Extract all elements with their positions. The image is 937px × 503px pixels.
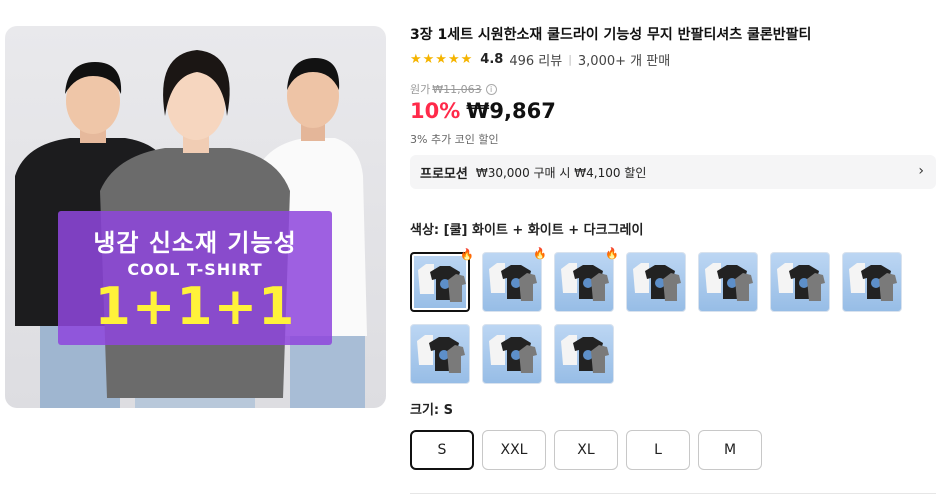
product-main-image[interactable]: 냉감 신소재 기능성 COOL T-SHIRT 1+1+1 [5,26,386,408]
promo-bundle-text: 1+1+1 [94,277,296,337]
tshirt-thumbnail-icon [633,263,681,301]
divider-line [410,493,936,494]
tshirt-thumbnail-icon [418,264,466,302]
tshirt-thumbnail-icon [489,335,537,373]
size-option-s[interactable]: S [410,430,474,470]
size-option-xl[interactable]: XL [554,430,618,470]
discount-rate: 10% [410,99,461,123]
fire-icon: 🔥 [460,248,474,261]
tshirt-thumbnail-icon [417,335,465,373]
rating-row[interactable]: ★★★★★ 4.8 496 리뷰 | 3,000+ 개 판매 [410,50,670,69]
star-icon: ★★★★★ [410,52,474,67]
color-swatch[interactable] [626,252,686,312]
tshirt-thumbnail-icon [777,263,825,301]
color-swatch[interactable]: 🔥 [410,248,474,312]
color-swatch[interactable] [554,324,614,384]
sold-count: 3,000+ 개 판매 [577,54,671,69]
original-price-label: 원가 [410,83,431,96]
size-options: S XXL XL L M [410,430,762,470]
size-option-l[interactable]: L [626,430,690,470]
tshirt-thumbnail-icon [489,263,537,301]
size-label: 크기: S [410,403,454,418]
review-count[interactable]: 496 리뷰 [509,50,562,69]
original-price: ₩11,063 [432,82,482,96]
promotion-text: ₩30,000 구매 시 ₩4,100 할인 [475,165,647,180]
info-icon[interactable]: i [485,83,497,95]
coin-discount-text: 3% 추가 코인 할인 [410,133,499,146]
color-swatch[interactable] [410,324,470,384]
color-swatch[interactable] [482,324,542,384]
color-label: 색상: [쿨] 화이트 + 화이트 + 다크그레이 [410,223,644,238]
chevron-right-icon: › [918,163,924,179]
tshirt-thumbnail-icon [561,263,609,301]
color-swatch[interactable]: 🔥 [482,247,547,312]
original-price-row: 원가 ₩11,063 i [410,81,497,97]
product-title: 3장 1세트 시원한소재 쿨드라이 기능성 무지 반팔티셔츠 쿨론반팔티 [410,27,812,43]
price-row: 10% ₩9,867 [410,99,556,123]
fire-icon: 🔥 [605,247,619,260]
divider: | [568,53,572,66]
promotion-label: 프로모션 [420,166,468,182]
color-swatch[interactable] [698,252,758,312]
tshirt-thumbnail-icon [849,263,897,301]
fire-icon: 🔥 [533,247,547,260]
sale-price: ₩9,867 [466,99,556,123]
rating-value: 4.8 [480,52,504,67]
size-option-m[interactable]: M [698,430,762,470]
promo-overlay: 냉감 신소재 기능성 COOL T-SHIRT 1+1+1 [58,211,332,345]
size-option-xxl[interactable]: XXL [482,430,546,470]
promotion-banner[interactable]: 프로모션 ₩30,000 구매 시 ₩4,100 할인 › [410,155,936,189]
color-swatch[interactable]: 🔥 [554,247,619,312]
promo-kr-text: 냉감 신소재 기능성 [93,229,297,257]
tshirt-thumbnail-icon [561,335,609,373]
color-swatch[interactable] [770,252,830,312]
tshirt-thumbnail-icon [705,263,753,301]
color-swatch[interactable] [842,252,902,312]
